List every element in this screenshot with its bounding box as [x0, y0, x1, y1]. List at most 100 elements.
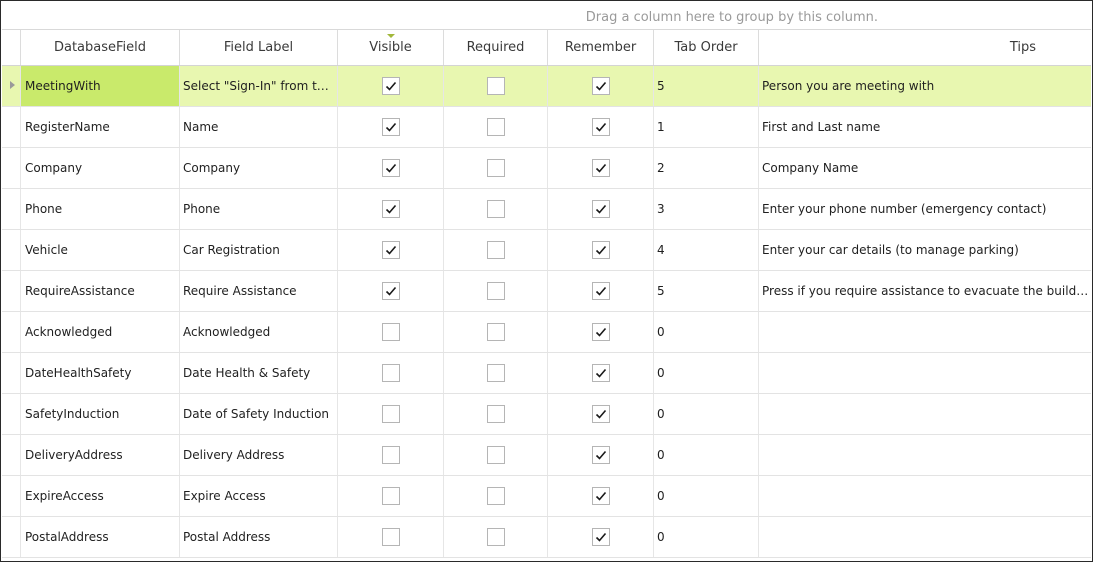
cell-tab-order[interactable]: 4	[654, 230, 759, 270]
remember-checkbox[interactable]	[592, 487, 610, 505]
cell-tips[interactable]	[759, 435, 1091, 475]
visible-checkbox[interactable]	[382, 405, 400, 423]
remember-checkbox[interactable]	[592, 364, 610, 382]
table-row[interactable]: RequireAssistance Require Assistance 5 Pre…	[2, 271, 1091, 312]
cell-database-field[interactable]: Company	[21, 148, 180, 188]
cell-database-field[interactable]: RequireAssistance	[21, 271, 180, 311]
group-by-panel[interactable]: Drag a column here to group by this colu…	[2, 2, 1091, 30]
cell-tab-order[interactable]: 0	[654, 312, 759, 352]
column-header-visible[interactable]: Visible	[338, 30, 444, 65]
cell-field-label[interactable]: Phone	[180, 189, 338, 229]
required-checkbox[interactable]	[487, 159, 505, 177]
cell-field-label[interactable]: Date Health & Safety	[180, 353, 338, 393]
row-indicator[interactable]	[2, 312, 21, 352]
cell-tab-order[interactable]: 0	[654, 517, 759, 557]
remember-checkbox[interactable]	[592, 282, 610, 300]
column-header-tab-order[interactable]: Tab Order	[654, 30, 759, 65]
cell-tips[interactable]	[759, 353, 1091, 393]
required-checkbox[interactable]	[487, 241, 505, 259]
cell-tab-order[interactable]: 1	[654, 107, 759, 147]
cell-field-label[interactable]: Company	[180, 148, 338, 188]
visible-checkbox[interactable]	[382, 446, 400, 464]
visible-checkbox[interactable]	[382, 200, 400, 218]
table-row[interactable]: DateHealthSafety Date Health & Safety 0	[2, 353, 1091, 394]
cell-database-field[interactable]: Vehicle	[21, 230, 180, 270]
remember-checkbox[interactable]	[592, 528, 610, 546]
cell-tips[interactable]: Company Name	[759, 148, 1091, 188]
visible-checkbox[interactable]	[382, 528, 400, 546]
cell-field-label[interactable]: Postal Address	[180, 517, 338, 557]
column-header-field-label[interactable]: Field Label	[180, 30, 338, 65]
required-checkbox[interactable]	[487, 446, 505, 464]
required-checkbox[interactable]	[487, 200, 505, 218]
table-row[interactable]: Company Company 2 Company Name	[2, 148, 1091, 189]
table-row[interactable]: SafetyInduction Date of Safety Induction 0	[2, 394, 1091, 435]
row-indicator[interactable]	[2, 394, 21, 434]
row-indicator[interactable]	[2, 435, 21, 475]
visible-checkbox[interactable]	[382, 323, 400, 341]
cell-tab-order[interactable]: 5	[654, 66, 759, 106]
row-indicator[interactable]	[2, 148, 21, 188]
visible-checkbox[interactable]	[382, 241, 400, 259]
cell-field-label[interactable]: Require Assistance	[180, 271, 338, 311]
visible-checkbox[interactable]	[382, 364, 400, 382]
cell-tips[interactable]: Enter your phone number (emergency conta…	[759, 189, 1091, 229]
cell-tips[interactable]: Enter your car details (to manage parkin…	[759, 230, 1091, 270]
required-checkbox[interactable]	[487, 77, 505, 95]
cell-tab-order[interactable]: 5	[654, 271, 759, 311]
cell-field-label[interactable]: Date of Safety Induction	[180, 394, 338, 434]
row-indicator[interactable]	[2, 230, 21, 270]
cell-field-label[interactable]: Name	[180, 107, 338, 147]
table-row[interactable]: RegisterName Name 1 First and Last name	[2, 107, 1091, 148]
row-indicator[interactable]	[2, 66, 21, 106]
required-checkbox[interactable]	[487, 282, 505, 300]
visible-checkbox[interactable]	[382, 159, 400, 177]
cell-tips[interactable]	[759, 517, 1091, 557]
data-grid[interactable]: Drag a column here to group by this colu…	[0, 0, 1093, 562]
row-indicator[interactable]	[2, 189, 21, 229]
column-header-remember[interactable]: Remember	[548, 30, 654, 65]
column-header-tips[interactable]: Tips	[759, 30, 1091, 65]
row-indicator[interactable]	[2, 517, 21, 557]
table-row[interactable]: Phone Phone 3 Enter your phone number (emer…	[2, 189, 1091, 230]
cell-database-field[interactable]: Phone	[21, 189, 180, 229]
cell-field-label[interactable]: Acknowledged	[180, 312, 338, 352]
cell-tips[interactable]	[759, 312, 1091, 352]
row-indicator[interactable]	[2, 353, 21, 393]
cell-database-field[interactable]: SafetyInduction	[21, 394, 180, 434]
cell-tips[interactable]: Press if you require assistance to evacu…	[759, 271, 1091, 311]
cell-database-field[interactable]: RegisterName	[21, 107, 180, 147]
cell-tab-order[interactable]: 3	[654, 189, 759, 229]
required-checkbox[interactable]	[487, 118, 505, 136]
required-checkbox[interactable]	[487, 528, 505, 546]
required-checkbox[interactable]	[487, 364, 505, 382]
cell-tab-order[interactable]: 0	[654, 353, 759, 393]
remember-checkbox[interactable]	[592, 405, 610, 423]
row-indicator[interactable]	[2, 271, 21, 311]
visible-checkbox[interactable]	[382, 487, 400, 505]
visible-checkbox[interactable]	[382, 77, 400, 95]
cell-field-label[interactable]: Select "Sign-In" from the list	[180, 66, 338, 106]
table-row[interactable]: DeliveryAddress Delivery Address 0	[2, 435, 1091, 476]
cell-tab-order[interactable]: 0	[654, 435, 759, 475]
table-row[interactable]: PostalAddress Postal Address 0	[2, 517, 1091, 558]
visible-checkbox[interactable]	[382, 118, 400, 136]
remember-checkbox[interactable]	[592, 77, 610, 95]
table-row[interactable]: MeetingWith Select "Sign-In" from the lis…	[2, 66, 1091, 107]
required-checkbox[interactable]	[487, 323, 505, 341]
cell-tips[interactable]	[759, 476, 1091, 516]
cell-tab-order[interactable]: 0	[654, 394, 759, 434]
cell-field-label[interactable]: Car Registration	[180, 230, 338, 270]
remember-checkbox[interactable]	[592, 200, 610, 218]
cell-database-field[interactable]: Acknowledged	[21, 312, 180, 352]
column-header-required[interactable]: Required	[444, 30, 548, 65]
cell-database-field[interactable]: DeliveryAddress	[21, 435, 180, 475]
cell-tab-order[interactable]: 0	[654, 476, 759, 516]
cell-field-label[interactable]: Expire Access	[180, 476, 338, 516]
cell-database-field[interactable]: ExpireAccess	[21, 476, 180, 516]
remember-checkbox[interactable]	[592, 446, 610, 464]
cell-database-field[interactable]: PostalAddress	[21, 517, 180, 557]
table-row[interactable]: Vehicle Car Registration 4 Enter your car d…	[2, 230, 1091, 271]
required-checkbox[interactable]	[487, 405, 505, 423]
cell-tips[interactable]: Person you are meeting with	[759, 66, 1091, 106]
